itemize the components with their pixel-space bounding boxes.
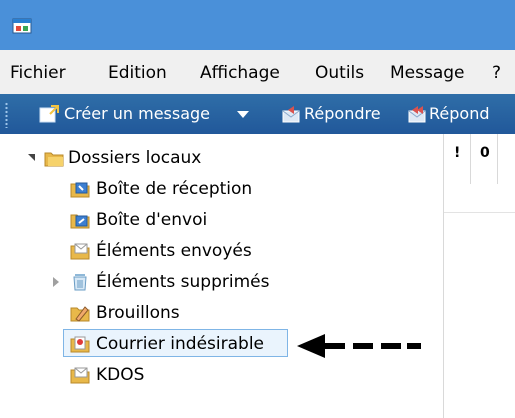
folder-tree: Dossiers locaux Boîte de réception Boîte… xyxy=(0,134,442,418)
tree-label: Éléments supprimés xyxy=(96,272,270,292)
new-message-icon xyxy=(39,105,59,123)
annotation-arrow-icon xyxy=(297,334,421,358)
menu-fichier[interactable]: Fichier xyxy=(10,62,66,84)
app-icon xyxy=(12,18,32,34)
tree-label: KDOS xyxy=(96,365,145,385)
tree-item-junk-mail[interactable]: Courrier indésirable xyxy=(0,330,300,358)
attachment-header: 0 xyxy=(480,145,490,161)
create-message-button[interactable]: Créer un message xyxy=(64,103,210,125)
expand-closed-icon[interactable] xyxy=(53,277,59,287)
message-list-header: ! 0 xyxy=(444,134,515,184)
tree-item-sent[interactable]: Éléments envoyés xyxy=(0,237,300,265)
tree-label: Courrier indésirable xyxy=(96,334,265,354)
menu-help[interactable]: ? xyxy=(492,62,501,84)
drafts-icon xyxy=(70,306,90,322)
menu-bar: Fichier Edition Affichage Outils Message… xyxy=(0,50,515,94)
menu-affichage[interactable]: Affichage xyxy=(200,62,280,84)
outbox-icon xyxy=(70,214,90,229)
sent-items-icon xyxy=(70,243,90,260)
menu-message[interactable]: Message xyxy=(390,62,465,84)
reply-all-icon xyxy=(408,106,426,123)
importance-header: ! xyxy=(454,145,461,161)
create-message-dropdown-icon[interactable] xyxy=(237,111,249,118)
tree-item-inbox[interactable]: Boîte de réception xyxy=(0,175,300,203)
local-folders-icon xyxy=(44,152,64,167)
reply-all-button[interactable]: Répond xyxy=(429,103,489,125)
inbox-icon xyxy=(70,182,90,198)
toolbar-grip[interactable] xyxy=(5,102,8,128)
expand-open-icon[interactable] xyxy=(28,154,35,161)
tree-item-outbox[interactable]: Boîte d'envoi xyxy=(0,206,300,234)
tree-item-dossiers-locaux[interactable]: Dossiers locaux xyxy=(0,144,300,172)
column-importance[interactable]: ! xyxy=(444,134,471,184)
tree-label: Éléments envoyés xyxy=(96,241,252,261)
row-divider xyxy=(444,212,515,213)
title-bar xyxy=(0,0,515,50)
menu-outils[interactable]: Outils xyxy=(315,62,364,84)
menu-edition[interactable]: Edition xyxy=(108,62,167,84)
reply-button[interactable]: Répondre xyxy=(304,103,381,125)
folder-icon xyxy=(70,367,90,384)
tree-item-drafts[interactable]: Brouillons xyxy=(0,299,300,327)
tree-label: Brouillons xyxy=(96,303,180,323)
junk-mail-icon xyxy=(70,336,90,353)
tree-item-deleted[interactable]: Éléments supprimés xyxy=(0,268,300,296)
tree-item-kdos[interactable]: KDOS xyxy=(0,361,300,389)
recycle-bin-icon xyxy=(73,274,87,291)
tree-label: Dossiers locaux xyxy=(68,148,202,168)
toolbar: Créer un message Répondre Répond xyxy=(0,94,515,134)
column-attachment[interactable]: 0 xyxy=(471,134,498,184)
tree-label: Boîte d'envoi xyxy=(96,210,208,230)
reply-icon xyxy=(282,106,300,123)
tree-label: Boîte de réception xyxy=(96,179,253,199)
message-list: ! 0 xyxy=(443,134,515,418)
